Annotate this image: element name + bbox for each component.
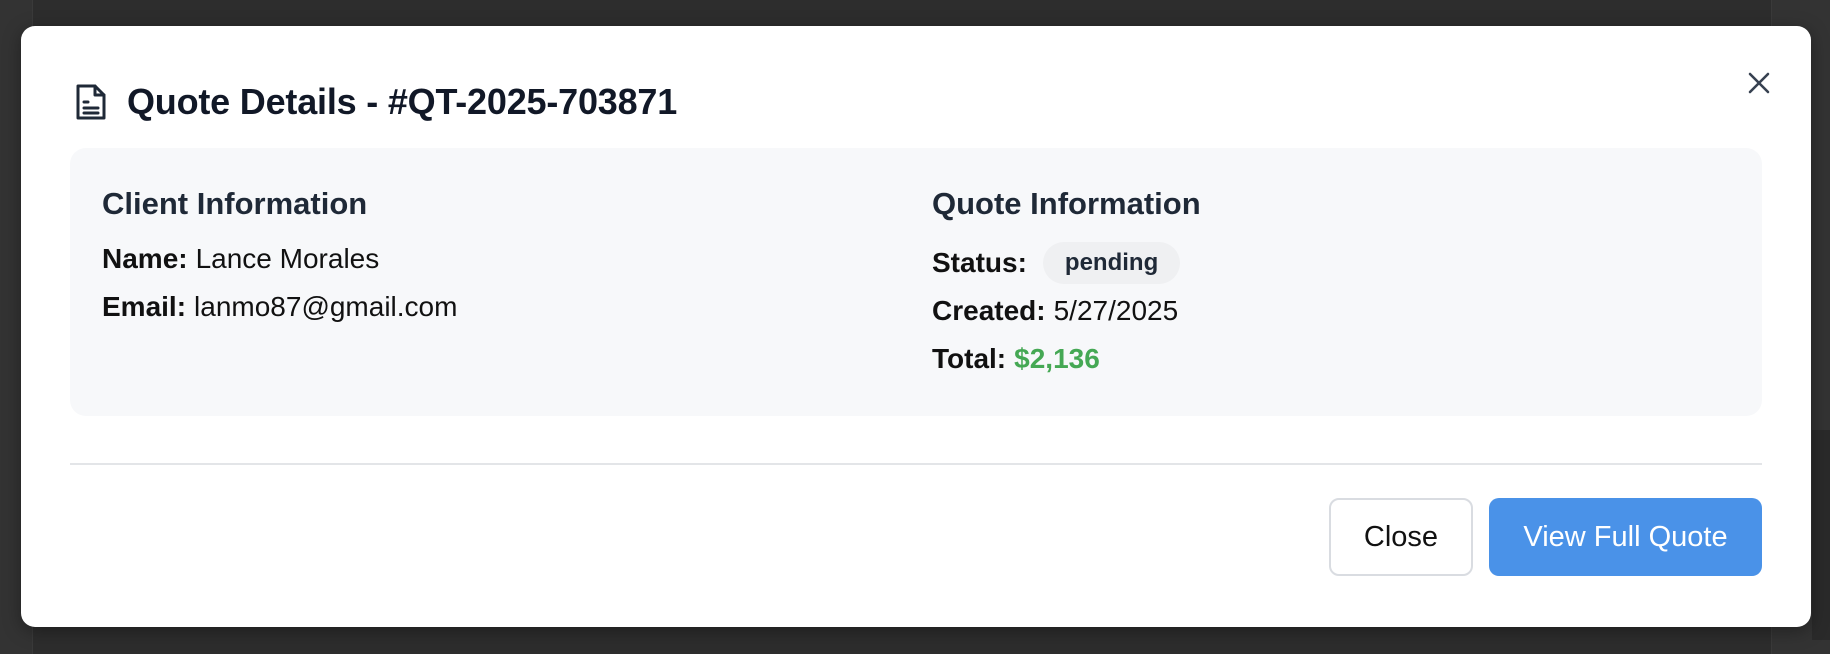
document-icon — [71, 80, 111, 124]
modal-header: Quote Details - #QT-2025-703871 — [71, 74, 677, 130]
quote-information-heading: Quote Information — [932, 186, 1201, 221]
total-row: Total: $2,136 — [932, 342, 1201, 376]
client-information-heading: Client Information — [102, 186, 368, 221]
client-email-row: Email: lanmo87@gmail.com — [102, 290, 457, 324]
client-name-row: Name: Lance Morales — [102, 242, 457, 276]
quote-details-modal: Quote Details - #QT-2025-703871 Client I… — [21, 26, 1811, 627]
client-information-section: Client Information Name: Lance Morales E… — [102, 184, 457, 338]
status-label: Status: — [932, 247, 1027, 278]
name-label: Name: — [102, 243, 188, 274]
quote-information-section: Quote Information Status: pending Create… — [932, 184, 1201, 376]
created-label: Created: — [932, 295, 1046, 326]
total-value: $2,136 — [1014, 343, 1100, 374]
close-icon[interactable] — [1740, 64, 1778, 102]
close-button[interactable]: Close — [1329, 498, 1473, 576]
total-label: Total: — [932, 343, 1007, 374]
view-full-quote-button[interactable]: View Full Quote — [1489, 498, 1762, 576]
status-row: Status: pending — [932, 242, 1201, 284]
email-label: Email: — [102, 291, 187, 322]
status-badge: pending — [1042, 242, 1181, 284]
created-row: Created: 5/27/2025 — [932, 294, 1201, 328]
background-scrollbar — [1812, 430, 1830, 640]
client-name-value: Lance Morales — [195, 243, 380, 274]
modal-title: Quote Details - #QT-2025-703871 — [127, 81, 678, 122]
created-value: 5/27/2025 — [1053, 295, 1179, 326]
quote-info-card: Client Information Name: Lance Morales E… — [70, 148, 1762, 416]
client-email-value: lanmo87@gmail.com — [194, 291, 458, 322]
footer-divider — [70, 463, 1762, 465]
